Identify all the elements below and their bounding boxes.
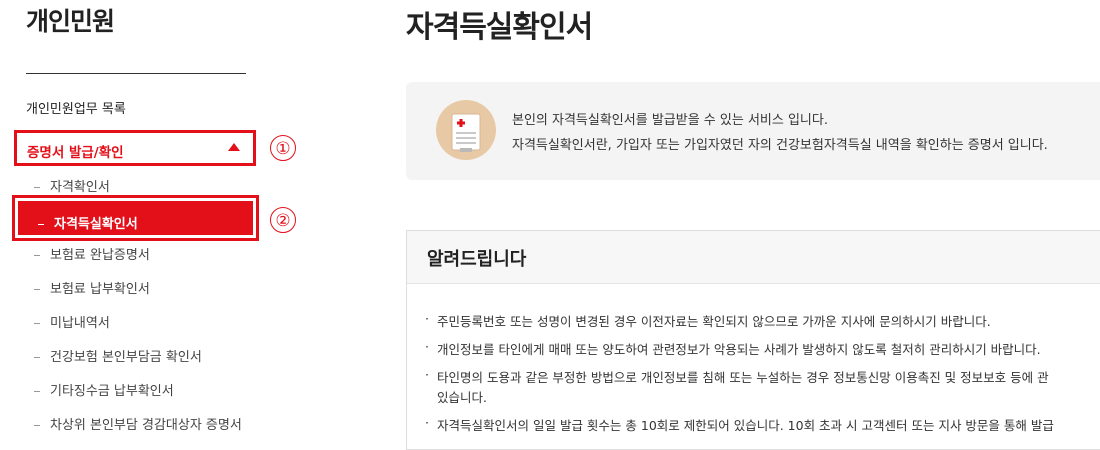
dash-icon bbox=[34, 357, 40, 358]
notice-header: 알려드립니다 bbox=[407, 231, 1100, 284]
annotation-marker-2: ② bbox=[270, 207, 296, 233]
dash-icon bbox=[34, 187, 40, 188]
notice-item: · 주민등록번호 또는 성명이 변경된 경우 이전자료는 확인되지 않으므로 가까… bbox=[425, 311, 991, 329]
sidebar-item-qualification-history[interactable]: 자격득실확인서 bbox=[12, 195, 259, 241]
notice-item: · 자격득실확인서의 일일 발급 횟수는 총 10회로 제한되어 있습니다. 10… bbox=[425, 415, 1054, 433]
sidebar-item-other-collection-confirm[interactable]: 기타징수금 납부확인서 bbox=[34, 380, 174, 399]
sidebar-divider bbox=[26, 73, 246, 74]
dash-icon bbox=[38, 223, 44, 226]
notice-title: 알려드립니다 bbox=[427, 249, 527, 270]
dash-icon bbox=[34, 425, 40, 426]
sidebar-item-low-income-copay-cert[interactable]: 차상위 본인부담 경감대상자 증명서 bbox=[34, 414, 242, 433]
notice-item: · 타인명의 도용과 같은 부정한 방법으로 개인정보를 침해 또는 누설하는 경… bbox=[425, 367, 1049, 385]
notice-item: · 개인정보를 타인에게 매매 또는 양도하여 관련정보가 악용되는 사례가 발생… bbox=[425, 339, 1041, 357]
intro-line: 자격득실확인서란, 가입자 또는 가입자였던 자의 건강보험자격득실 내역을 확… bbox=[512, 138, 1048, 153]
dash-icon bbox=[34, 255, 40, 256]
intro-line: 본인의 자격득실확인서를 발급받을 수 있는 서비스 입니다. bbox=[512, 113, 828, 128]
menu-list-link[interactable]: 개인민원업무 목록 bbox=[26, 98, 126, 117]
notice-item-continued: 있습니다. bbox=[437, 390, 487, 405]
sidebar-item-copay-confirm[interactable]: 건강보험 본인부담금 확인서 bbox=[34, 346, 202, 365]
dash-icon bbox=[34, 289, 40, 290]
annotation-marker-1: ① bbox=[270, 135, 296, 161]
sidebar-item-premium-paid-cert[interactable]: 보험료 완납증명서 bbox=[34, 244, 150, 263]
chevron-up-icon bbox=[228, 143, 240, 151]
sidebar-item-premium-payment-confirm[interactable]: 보험료 납부확인서 bbox=[34, 278, 150, 297]
sidebar-item-unpaid-statement[interactable]: 미납내역서 bbox=[34, 312, 110, 331]
main-content: 자격득실확인서 본인의 자격득실확인서를 발급받을 수 있는 서비스 입니다. … bbox=[406, 0, 1100, 450]
menu-group-certificates[interactable]: 증명서 발급/확인 bbox=[14, 130, 256, 166]
sidebar: 개인민원 개인민원업무 목록 증명서 발급/확인 ① 자격확인서 자격득실확인서… bbox=[0, 0, 296, 437]
menu-group-label: 증명서 발급/확인 bbox=[27, 145, 124, 161]
dash-icon bbox=[34, 391, 40, 392]
sidebar-title: 개인민원 bbox=[26, 7, 115, 36]
service-intro-box: 본인의 자격득실확인서를 발급받을 수 있는 서비스 입니다. 자격득실확인서란… bbox=[406, 82, 1100, 180]
page-title: 자격득실확인서 bbox=[406, 10, 593, 45]
notice-panel: 알려드립니다 · 주민등록번호 또는 성명이 변경된 경우 이전자료는 확인되지 … bbox=[406, 230, 1100, 450]
document-medical-icon bbox=[436, 100, 496, 160]
dash-icon bbox=[34, 323, 40, 324]
sidebar-item-qualification[interactable]: 자격확인서 bbox=[34, 176, 110, 195]
